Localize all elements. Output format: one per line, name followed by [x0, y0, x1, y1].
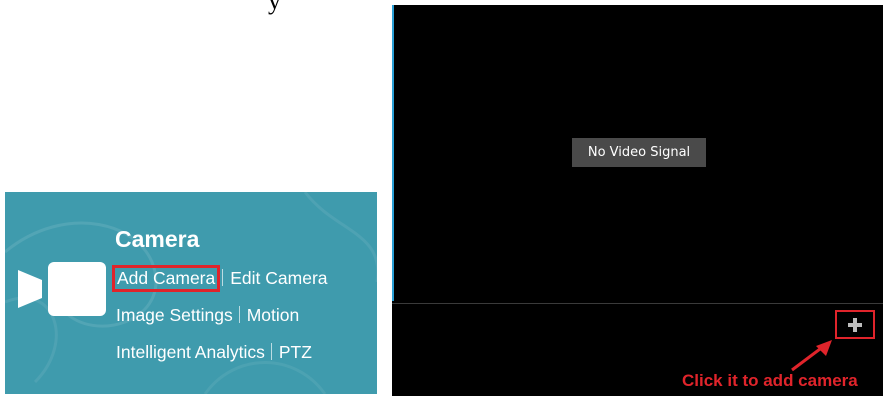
add-camera-link[interactable]: Add Camera — [111, 265, 221, 292]
camera-menu-title: Camera — [115, 226, 200, 252]
camera-menu-row: Add Camera Edit Camera — [111, 265, 329, 292]
motion-link[interactable]: Motion — [246, 305, 301, 326]
menu-divider — [222, 269, 224, 286]
camera-menu-row: Intelligent Analytics PTZ — [115, 342, 313, 363]
no-video-signal-label: No Video Signal — [572, 138, 706, 167]
menu-divider — [270, 343, 272, 360]
plus-icon — [848, 317, 862, 332]
intelligent-analytics-link[interactable]: Intelligent Analytics — [115, 342, 266, 363]
video-camera-icon — [18, 262, 106, 316]
add-camera-button[interactable] — [835, 310, 875, 339]
image-settings-link[interactable]: Image Settings — [115, 305, 234, 326]
video-view[interactable]: No Video Signal Click it to add camera — [392, 5, 883, 396]
menu-divider — [238, 306, 240, 323]
add-camera-callout: Click it to add camera — [682, 371, 858, 390]
edit-camera-link[interactable]: Edit Camera — [229, 268, 328, 289]
camera-menu-row: Image Settings Motion — [115, 305, 300, 326]
camera-menu-panel: Camera Add Camera Edit Camera Image Setti… — [5, 192, 377, 394]
video-view-edge — [392, 5, 394, 301]
callout-arrow-icon — [791, 340, 832, 372]
ptz-link[interactable]: PTZ — [278, 342, 313, 363]
page-fragment-text: y — [268, 0, 281, 15]
